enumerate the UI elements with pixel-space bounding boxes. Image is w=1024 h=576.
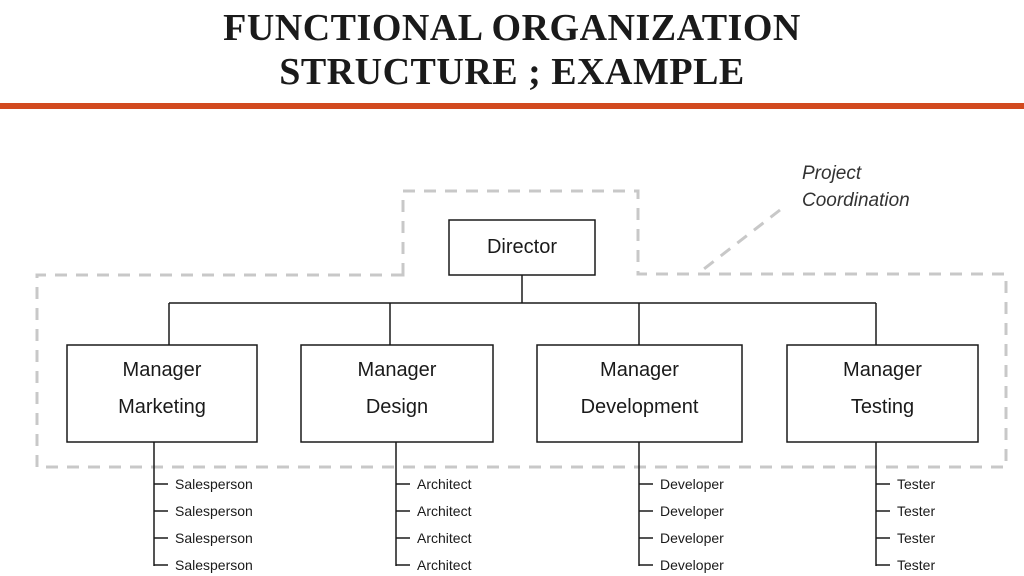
manager-function: Marketing bbox=[118, 396, 206, 418]
staff-member: Salesperson bbox=[175, 503, 253, 519]
staff-member: Tester bbox=[897, 530, 935, 546]
staff-member: Tester bbox=[897, 476, 935, 492]
staff-member: Tester bbox=[897, 503, 935, 519]
staff-member: Architect bbox=[417, 503, 472, 519]
staff-member: Tester bbox=[897, 557, 935, 573]
manager-title: Manager bbox=[358, 359, 437, 381]
staff-member: Salesperson bbox=[175, 557, 253, 573]
manager-function: Development bbox=[581, 396, 699, 418]
staff-member: Architect bbox=[417, 476, 472, 492]
manager-function: Testing bbox=[851, 396, 914, 418]
annotation-line-1: Project bbox=[802, 163, 862, 184]
staff-member: Salesperson bbox=[175, 530, 253, 546]
staff-member: Architect bbox=[417, 530, 472, 546]
staff-member: Developer bbox=[660, 476, 724, 492]
staff-member: Developer bbox=[660, 557, 724, 573]
staff-member: Developer bbox=[660, 503, 724, 519]
manager-group: Manager Marketing Salesperson Salesperson Sa… bbox=[66, 303, 258, 573]
annotation-line-2: Coordination bbox=[802, 190, 910, 211]
manager-group: Manager Testing Tester Tester Tester Tester bbox=[786, 303, 979, 573]
manager-group: Manager Design Architect Architect Architect… bbox=[300, 303, 494, 573]
staff-member: Developer bbox=[660, 530, 724, 546]
manager-function: Design bbox=[366, 396, 428, 418]
staff-member: Salesperson bbox=[175, 476, 253, 492]
manager-title: Manager bbox=[600, 359, 679, 381]
annotation-pointer bbox=[699, 208, 781, 274]
manager-title: Manager bbox=[123, 359, 202, 381]
org-chart: Project Coordination Director Manager Mar… bbox=[35, 163, 1008, 573]
manager-title: Manager bbox=[843, 359, 922, 381]
manager-group: Manager Development Developer Developer Deve… bbox=[536, 303, 743, 573]
staff-member: Architect bbox=[417, 557, 472, 573]
director-label: Director bbox=[487, 236, 557, 258]
